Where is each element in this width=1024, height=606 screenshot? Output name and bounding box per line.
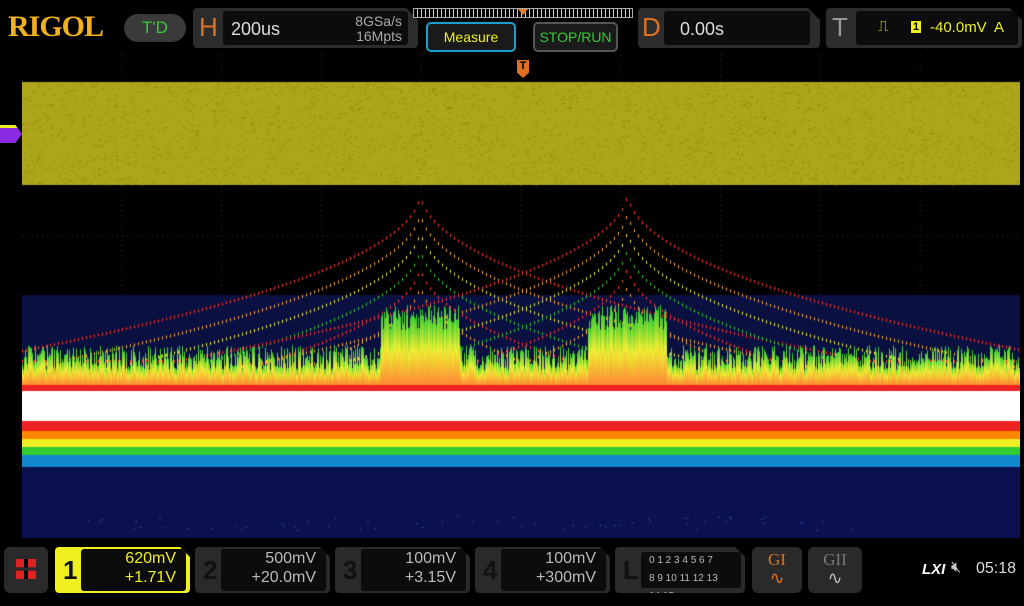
menu-button[interactable] xyxy=(4,547,48,593)
generator-2-button[interactable]: GII ∿ xyxy=(808,547,862,593)
rigol-logo: RIGOL xyxy=(8,10,103,44)
sine-wave-icon: ∿ xyxy=(752,570,802,586)
channel-number: 1 xyxy=(63,555,77,586)
trigger-letter: T xyxy=(832,12,848,43)
channel-scale: 100mV xyxy=(501,549,596,568)
mode-button[interactable]: T'D xyxy=(124,14,186,42)
channel-offset: +3.15V xyxy=(361,568,456,587)
rising-edge-icon: ⎍ xyxy=(878,18,889,35)
trigger-source: 1 xyxy=(911,21,921,33)
channel-scale: 100mV xyxy=(361,549,456,568)
delay-panel[interactable]: D 0.00s xyxy=(638,8,820,48)
channel-number: 4 xyxy=(483,555,497,586)
waveform-display[interactable] xyxy=(22,55,1020,538)
grid-menu-icon xyxy=(16,559,36,579)
logic-channels-row1: 0 1 2 3 4 5 6 7 xyxy=(649,552,731,570)
channel-2-button[interactable]: 2 500mV +20.0mV xyxy=(195,547,330,593)
trigger-level: -40.0mV xyxy=(930,19,987,36)
logic-channels-row2: 8 9 10 11 12 13 14 15 xyxy=(649,570,731,606)
channel-scale: 620mV xyxy=(81,549,176,568)
channel-number: 2 xyxy=(203,555,217,586)
position-marker-icon xyxy=(518,9,528,15)
stop-run-button[interactable]: STOP/RUN xyxy=(533,22,618,52)
lxi-logo: LXI xyxy=(922,561,945,578)
channel-offset: +20.0mV xyxy=(221,568,316,587)
channel-offset: +1.71V xyxy=(81,568,176,587)
sine-wave-icon: ∿ xyxy=(808,570,862,586)
generator-1-button[interactable]: GI ∿ xyxy=(752,547,802,593)
delay-letter: D xyxy=(642,12,661,43)
timebase: 200us xyxy=(231,19,280,40)
channel-3-button[interactable]: 3 100mV +3.15V xyxy=(335,547,470,593)
horizontal-letter: H xyxy=(199,12,218,43)
horizontal-panel[interactable]: H 200us 8GSa/s 16Mpts xyxy=(193,8,418,48)
delay-value: 0.00s xyxy=(680,19,724,40)
channel-4-button[interactable]: 4 100mV +300mV xyxy=(475,547,610,593)
trigger-mode: A xyxy=(994,19,1004,36)
channel-scale: 500mV xyxy=(221,549,316,568)
memory-depth: 16Mpts xyxy=(356,28,402,44)
mute-speaker-icon[interactable]: 🔇︎ xyxy=(951,559,961,577)
channel1-offset-marker[interactable] xyxy=(0,125,22,143)
generator-2-label: GII xyxy=(808,550,862,570)
clock-time: 05:18 xyxy=(976,560,1016,578)
trigger-panel[interactable]: T ⎍ 1 -40.0mV A xyxy=(826,8,1022,48)
sample-rate: 8GSa/s xyxy=(355,13,402,29)
channel-offset: +300mV xyxy=(501,568,596,587)
measure-button[interactable]: Measure xyxy=(426,22,516,52)
channel-number: 3 xyxy=(343,555,357,586)
generator-1-label: GI xyxy=(752,550,802,570)
channel-1-button[interactable]: 1 620mV +1.71V xyxy=(55,547,190,593)
logic-letter: L xyxy=(623,555,639,586)
logic-analyzer-button[interactable]: L 0 1 2 3 4 5 6 78 9 10 11 12 13 14 15 xyxy=(615,547,745,593)
